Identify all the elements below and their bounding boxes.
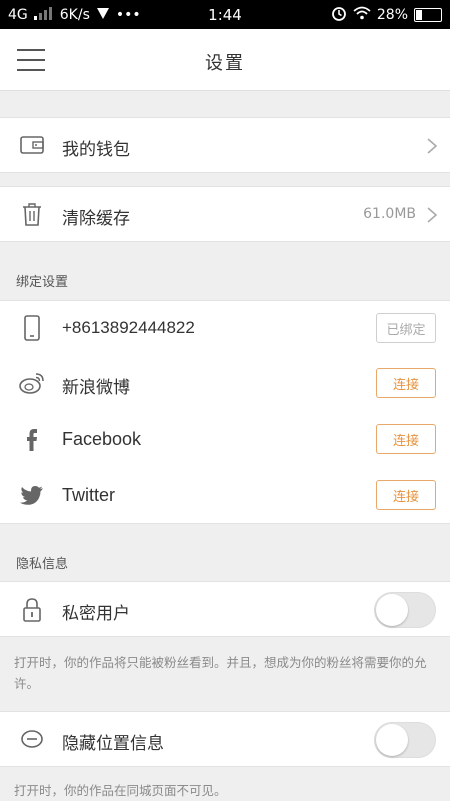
weibo-label: 新浪微博: [62, 378, 130, 398]
minus-circle-icon: [18, 725, 46, 753]
twitter-icon: [18, 481, 46, 509]
chevron-right-icon: [426, 206, 438, 224]
facebook-label: Facebook: [62, 429, 142, 449]
twitter-connect-button[interactable]: 连接: [376, 480, 436, 510]
clear-cache-row[interactable]: 清除缓存 61.0MB: [0, 186, 450, 242]
private-user-row: 私密用户: [0, 581, 450, 637]
toggle-knob: [376, 594, 408, 626]
phone-number: +8613892444822: [62, 318, 195, 337]
facebook-icon: [18, 425, 46, 453]
twitter-row: Twitter 连接: [0, 468, 450, 524]
status-time: 1:44: [208, 6, 242, 24]
weibo-connect-button[interactable]: 连接: [376, 368, 436, 398]
hide-location-description: 打开时，你的作品在同城页面不可见。: [14, 783, 227, 798]
binding-section-title: 绑定设置: [16, 275, 69, 290]
battery-icon: [414, 7, 442, 22]
lock-icon: [18, 595, 46, 623]
twitter-label: Twitter: [62, 485, 116, 505]
phone-icon: [18, 314, 46, 342]
privacy-section-title: 隐私信息: [16, 557, 69, 572]
private-user-description: 打开时，你的作品将只能被粉丝看到。并且，想成为你的粉丝将需要你的允许。: [14, 655, 427, 691]
wallet-label: 我的钱包: [62, 140, 130, 160]
hide-location-label: 隐藏位置信息: [62, 734, 164, 754]
clear-cache-label: 清除缓存: [62, 209, 130, 229]
private-user-label: 私密用户: [62, 604, 130, 624]
weibo-icon: [18, 369, 46, 397]
trash-icon: [18, 200, 46, 228]
wallet-row[interactable]: 我的钱包: [0, 117, 450, 173]
private-user-toggle[interactable]: [374, 592, 436, 628]
nav-bar: 设置: [0, 29, 450, 91]
status-bar: 4G 6K/s ••• 1:44 28%: [0, 0, 450, 29]
hide-location-toggle[interactable]: [374, 722, 436, 758]
page-title: 设置: [205, 53, 245, 74]
phone-row: +8613892444822 已绑定: [0, 300, 450, 356]
wallet-icon: [18, 131, 46, 159]
toggle-knob: [376, 724, 408, 756]
chevron-right-icon: [426, 137, 438, 155]
phone-bound-button: 已绑定: [376, 313, 436, 343]
facebook-connect-button[interactable]: 连接: [376, 424, 436, 454]
cache-size: 61.0MB: [363, 206, 416, 222]
facebook-row: Facebook 连接: [0, 412, 450, 468]
weibo-row: 新浪微博 连接: [0, 356, 450, 412]
hide-location-row: 隐藏位置信息: [0, 711, 450, 767]
